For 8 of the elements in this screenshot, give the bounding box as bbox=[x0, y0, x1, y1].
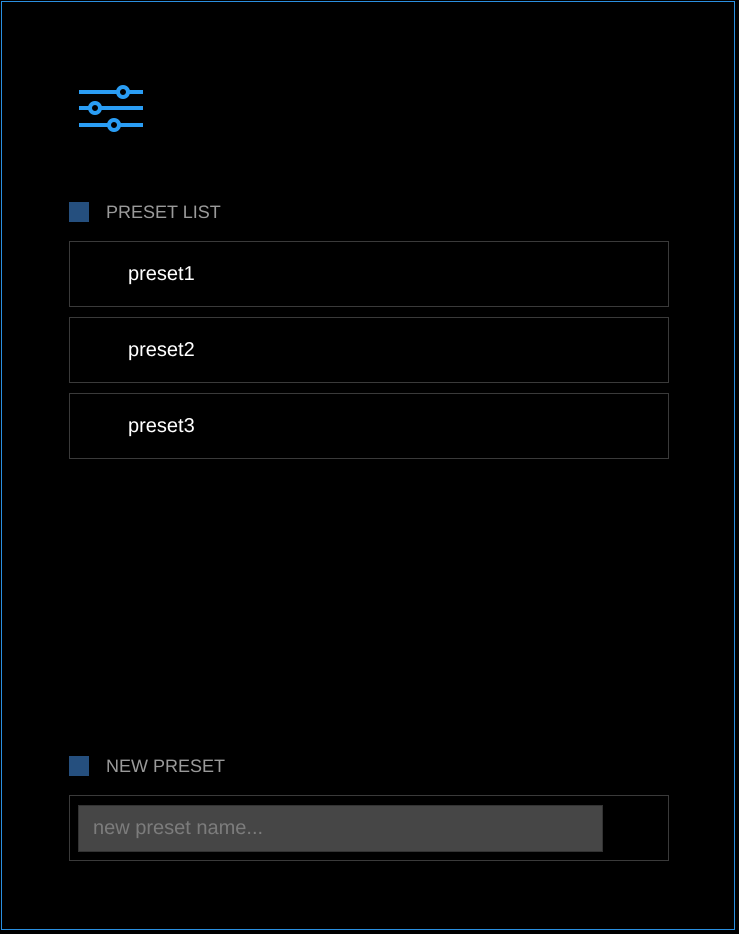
sliders-icon bbox=[79, 84, 145, 134]
preset-item[interactable]: preset3 bbox=[69, 393, 669, 459]
section-marker bbox=[69, 202, 89, 222]
section-title: PRESET LIST bbox=[106, 202, 221, 222]
section-marker bbox=[69, 756, 89, 776]
preset-item[interactable]: preset2 bbox=[69, 317, 669, 383]
preset-item[interactable]: preset1 bbox=[69, 241, 669, 307]
section-title: NEW PRESET bbox=[106, 756, 226, 776]
